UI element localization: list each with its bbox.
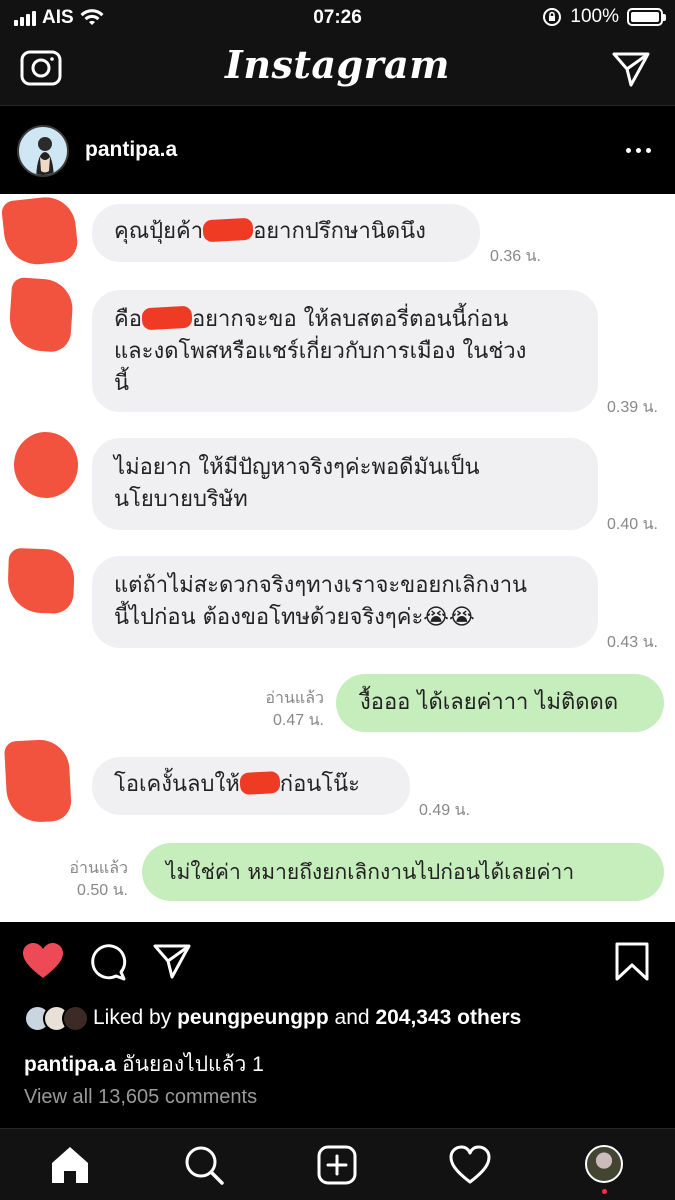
censored-avatar [3,738,73,824]
message-time: 0.36 น. [490,248,541,265]
censor-mark [141,305,193,331]
notification-dot [602,1189,607,1194]
message-text: และงดโพสหรือแชร์เกี่ยวกับการเมือง ในช่วง [114,339,527,364]
post-username[interactable]: pantipa.a [85,138,177,162]
search-icon[interactable] [182,1143,226,1187]
share-icon[interactable] [152,942,192,980]
message-text: แต่ถ้าไม่สะดวกจริงๆทางเราจะขอยกเลิกงาน [114,573,528,598]
post-header: pantipa.a [0,107,675,194]
incoming-message: คุณปุ้ยค้า อยากปรึกษานิดนึง [92,204,480,262]
new-post-icon[interactable] [315,1143,359,1187]
incoming-message: คือ อยากจะขอ ให้ลบสตอรี่ตอนนี้ก่อน และงดโ… [92,290,598,412]
more-horizontal-icon[interactable] [626,148,651,153]
liked-by-prefix: Liked by [93,1006,172,1029]
caption-text: อันยองไปแล้ว 1 [122,1053,264,1076]
message-text: คุณปุ้ยค้า [114,219,204,244]
message-text: ไม่ใช่ค่า หมายถึงยกเลิกงานไปก่อนได้เลยค่… [166,860,575,884]
read-label: อ่านแล้ว [265,690,324,707]
orientation-lock-icon [543,8,562,26]
outgoing-message: ไม่ใช่ค่า หมายถึงยกเลิกงานไปก่อนได้เลยค่… [142,843,664,901]
outgoing-message: งื้อออ ได้เลยค่าาา ไม่ติดดด [336,674,664,732]
incoming-message: โอเคงั้นลบให้ ก่อนโน๊ะ [92,757,410,815]
app-header: Instagram [0,36,675,106]
message-text: งื้อออ ได้เลยค่าาา ไม่ติดดด [360,690,619,715]
censored-avatar [0,194,80,268]
like-count[interactable]: 204,343 others [375,1006,521,1030]
instagram-logo[interactable]: Instagram [0,42,675,87]
chat-screenshot: คุณปุ้ยค้า อยากปรึกษานิดนึง 0.36 น. คือ อย… [0,194,675,922]
message-time: 0.39 น. [607,399,658,416]
heart-filled-icon[interactable] [22,942,64,980]
paper-plane-icon[interactable] [611,50,651,88]
censored-avatar [7,276,75,354]
message-text: คือ [114,307,142,332]
censor-mark [202,217,254,243]
liker-avatars [24,1004,89,1032]
post-actions [0,922,675,1002]
bookmark-icon[interactable] [614,942,650,982]
message-time: 0.43 น. [607,634,658,651]
battery-icon [627,8,666,26]
caption-username[interactable]: pantipa.a [24,1053,116,1076]
liked-by-and: and [334,1006,370,1029]
message-text: นี้ [114,371,130,396]
message-time: 0.40 น. [607,516,658,533]
message-text: โอเคงั้นลบให้ [114,772,240,797]
message-time: 0.47 น. [273,712,324,729]
comment-icon[interactable] [88,942,128,982]
likes-summary[interactable]: Liked by peungpeungpp and 204,343 others [24,1003,521,1033]
read-label: อ่านแล้ว [69,860,128,877]
incoming-message: ไม่อยาก ให้มีปัญหาจริงๆค่ะพอดีมันเป็น นโ… [92,438,598,530]
post-caption: pantipa.a อันยองไปแล้ว 1 [24,1048,264,1081]
message-text: ไม่อยาก ให้มีปัญหาจริงๆค่ะพอดีมันเป็น [114,455,480,480]
censor-mark [239,770,281,796]
message-time: 0.50 น. [77,882,128,899]
message-text: นี้ไปก่อน ต้องขอโทษด้วยจริงๆค่ะ😭😭 [114,605,475,630]
battery-percent: 100% [570,6,619,27]
status-right: 100% [542,6,666,28]
message-text: อยากจะขอ ให้ลบสตอรี่ตอนนี้ก่อน [191,307,509,332]
bottom-nav [0,1128,675,1200]
message-text: อยากปรึกษานิดนึง [253,219,426,244]
incoming-message: แต่ถ้าไม่สะดวกจริงๆทางเราจะขอยกเลิกงาน น… [92,556,598,648]
activity-heart-icon[interactable] [448,1143,492,1187]
read-receipt: อ่านแล้ว 0.47 น. [240,688,324,732]
message-text: นโยบายบริษัท [114,487,248,512]
censored-avatar [10,428,82,502]
profile-avatar[interactable] [585,1145,623,1183]
view-all-comments[interactable]: View all 13,605 comments [24,1086,257,1109]
liked-by-user[interactable]: peungpeungpp [177,1006,329,1030]
status-bar: AIS 07:26 100% [0,0,675,36]
avatar[interactable] [17,125,69,177]
censored-avatar [6,547,76,615]
message-time: 0.49 น. [419,802,470,819]
home-icon[interactable] [48,1143,92,1187]
read-receipt: อ่านแล้ว 0.50 น. [44,858,128,902]
message-text: ก่อนโน๊ะ [279,772,360,797]
